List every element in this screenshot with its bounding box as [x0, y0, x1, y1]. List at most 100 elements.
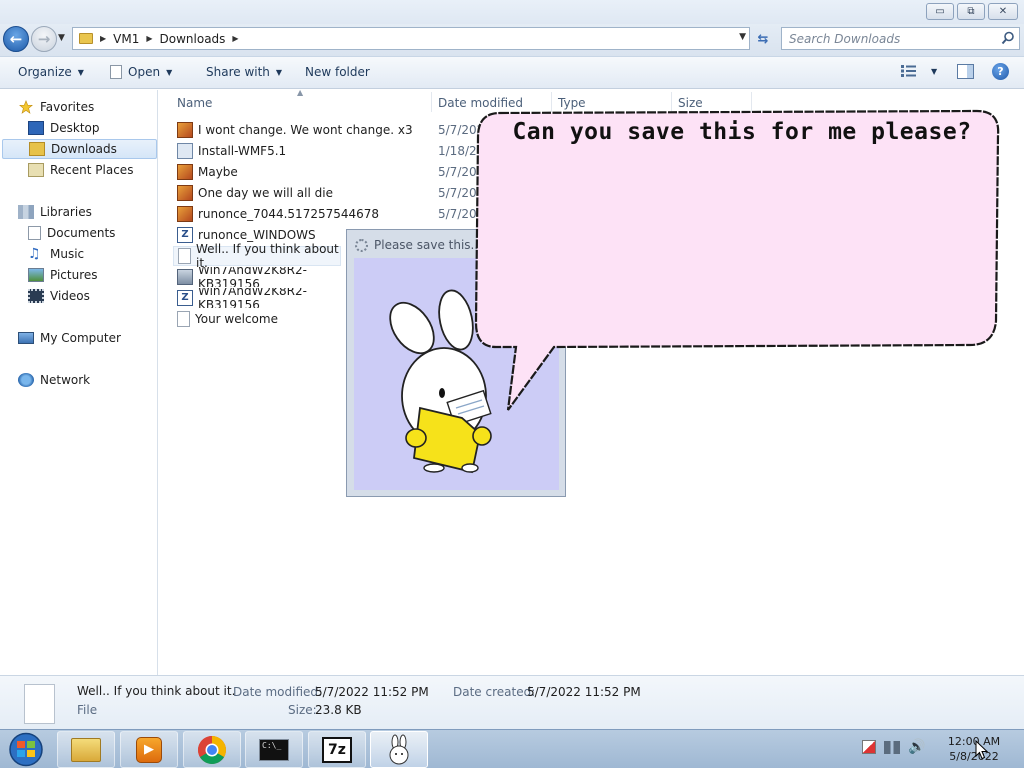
search-icon[interactable] [1001, 31, 1015, 45]
sort-ascending-icon: ▲ [297, 88, 304, 97]
file-name: Win7AndW2K8R2-KB319156 [198, 267, 307, 287]
taskbar-command-prompt[interactable]: C:\_ [245, 731, 303, 768]
address-history-dropdown[interactable]: ▼ [739, 32, 746, 42]
media-file-icon [177, 122, 193, 138]
taskbar-chrome[interactable] [183, 731, 241, 768]
back-button[interactable]: ← [3, 26, 29, 52]
file-name: runonce_WINDOWS [198, 228, 316, 242]
table-row[interactable]: Z Win7AndW2K8R2-KB319156 [173, 288, 348, 308]
address-bar[interactable]: ▶ VM1 ▶ Downloads ▶ ▼ [72, 27, 750, 50]
nav-music[interactable]: ♫ Music [28, 244, 84, 264]
document-icon [110, 65, 122, 79]
details-date-modified-label: Date modified: [233, 685, 323, 699]
new-folder-label: New folder [305, 65, 370, 79]
breadcrumb-separator-icon[interactable]: ▶ [146, 34, 152, 43]
share-with-label: Share with [206, 65, 270, 79]
nav-libraries[interactable]: Libraries [18, 202, 92, 222]
nav-desktop-label: Desktop [50, 121, 100, 135]
change-view-button[interactable]: ▼ [901, 65, 937, 77]
forward-button[interactable]: → [31, 26, 57, 52]
new-folder-button[interactable]: New folder [305, 65, 370, 79]
nav-downloads-label: Downloads [51, 142, 117, 156]
search-input[interactable]: Search Downloads [781, 27, 1020, 50]
taskbar-explorer[interactable] [57, 731, 115, 768]
breadcrumb-downloads[interactable]: Downloads [160, 32, 226, 46]
nav-videos-label: Videos [50, 289, 90, 303]
preview-pane-button[interactable] [957, 64, 974, 79]
recent-pages-dropdown[interactable]: ▼ [58, 33, 65, 43]
table-row[interactable]: Win7AndW2K8R2-KB319156 [173, 267, 348, 287]
file-date: 5/7/20 [438, 207, 477, 221]
details-file-name: Well.. If you think about it. [77, 684, 236, 698]
system-clock[interactable]: 12:00 AM 5/8/2022 [944, 734, 1004, 764]
refresh-button[interactable]: ⇆ [752, 29, 774, 49]
popup-titlebar[interactable]: Please save this... [355, 238, 482, 252]
open-button[interactable]: Open ▼ [110, 65, 172, 79]
details-date-created: 5/7/2022 11:52 PM [527, 685, 641, 699]
search-placeholder: Search Downloads [789, 31, 901, 46]
installer-file-icon [177, 269, 193, 285]
maximize-button[interactable]: ⧉ [957, 3, 985, 20]
file-preview-icon [24, 684, 55, 724]
start-button[interactable] [4, 731, 48, 768]
network-status-icon[interactable] [884, 740, 900, 754]
taskbar-7zip[interactable]: 7z [308, 731, 366, 768]
nav-recent-places[interactable]: Recent Places [28, 160, 133, 180]
arrow-right-icon: → [37, 30, 51, 48]
column-divider[interactable] [431, 92, 432, 112]
nav-documents[interactable]: Documents [28, 223, 115, 243]
column-name-label: Name [177, 96, 213, 110]
nav-my-computer[interactable]: My Computer [18, 328, 121, 348]
action-center-flag-icon[interactable] [862, 740, 876, 754]
folder-icon [79, 33, 93, 44]
folder-icon [71, 737, 101, 762]
pictures-icon [28, 268, 44, 282]
mouse-cursor-icon [975, 740, 988, 760]
nav-videos[interactable]: Videos [28, 286, 90, 306]
close-button[interactable]: ✕ [988, 3, 1018, 20]
refresh-icon: ⇆ [757, 31, 769, 47]
table-row[interactable]: Well.. If you think about it. [173, 242, 341, 270]
details-pane: Well.. If you think about it. File Date … [0, 675, 1024, 729]
command-bar: Organize ▼ Open ▼ Share with ▼ New folde… [0, 56, 1024, 89]
archive-file-icon: Z [177, 290, 193, 306]
desktop-icon [28, 121, 44, 135]
breadcrumb-vm1[interactable]: VM1 [113, 32, 139, 46]
nav-downloads[interactable]: Downloads [2, 139, 157, 159]
taskbar-media-player[interactable]: ▶ [120, 731, 178, 768]
documents-icon [28, 226, 41, 240]
nav-network[interactable]: Network [18, 370, 90, 390]
window-titlebar: ▭ ⧉ ✕ [0, 0, 1024, 24]
minimize-button[interactable]: ▭ [926, 3, 954, 20]
system-tray: 🔊 [862, 739, 925, 755]
chevron-down-icon: ▼ [275, 67, 283, 77]
breadcrumb-separator-icon[interactable]: ▶ [232, 34, 238, 43]
help-button[interactable]: ? [992, 63, 1009, 80]
taskbar-bunny-app[interactable] [370, 731, 428, 768]
chevron-down-icon: ▼ [166, 67, 173, 77]
column-header-name[interactable]: Name [177, 94, 212, 112]
nav-favorites[interactable]: Favorites [18, 97, 94, 117]
taskbar: ▶ C:\_ 7z 🔊 12:00 AM 5/8/2022 [0, 729, 1024, 768]
share-with-button[interactable]: Share with ▼ [206, 65, 282, 79]
nav-my-computer-label: My Computer [40, 331, 121, 345]
libraries-icon [18, 205, 34, 219]
nav-music-label: Music [50, 247, 85, 261]
archive-file-icon: Z [177, 227, 193, 243]
organize-button[interactable]: Organize ▼ [18, 65, 84, 79]
arrow-left-icon: ← [9, 30, 23, 48]
nav-desktop[interactable]: Desktop [28, 118, 100, 138]
media-file-icon [177, 185, 193, 201]
speech-bubble [474, 109, 1000, 411]
7zip-icon: 7z [322, 736, 352, 763]
computer-icon [18, 332, 34, 344]
details-date-created-label: Date created: [453, 685, 536, 699]
volume-icon[interactable]: 🔊 [908, 739, 925, 755]
nav-pictures[interactable]: Pictures [28, 265, 98, 285]
file-name: Maybe [198, 165, 238, 179]
file-name: Well.. If you think about it. [196, 242, 339, 270]
file-date: 1/18/2 [438, 144, 477, 158]
breadcrumb-separator-icon[interactable]: ▶ [100, 34, 106, 43]
details-file-type: File [77, 703, 98, 717]
nav-libraries-label: Libraries [40, 205, 92, 219]
